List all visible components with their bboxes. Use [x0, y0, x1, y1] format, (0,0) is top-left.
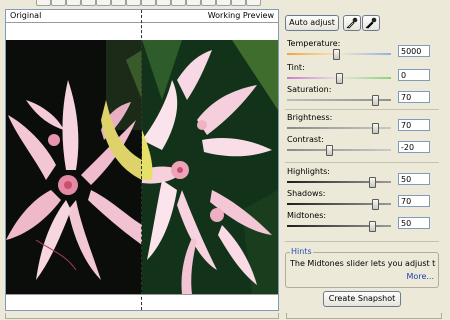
viewer-header: Original Working Preview — [6, 10, 278, 22]
midtones-value-field[interactable]: 50 — [398, 217, 430, 229]
auto-adjust-button[interactable]: Auto adjust — [285, 15, 339, 31]
temperature-value-field[interactable]: 5000 — [398, 45, 430, 57]
eyedropper-icon — [365, 17, 377, 29]
tint-slider-thumb[interactable] — [336, 73, 343, 84]
working-preview-photo-art — [142, 40, 278, 294]
eyedropper-icon — [346, 17, 358, 29]
brightness-label: Brightness: — [287, 113, 333, 122]
toolbar-tab[interactable] — [51, 0, 66, 6]
toolbar-tab[interactable] — [171, 0, 186, 6]
section-separator — [285, 241, 439, 242]
toolbar-tab[interactable] — [201, 0, 216, 6]
toolbar-tab[interactable] — [96, 0, 111, 6]
hints-title: Hints — [290, 247, 313, 256]
contrast-slider-thumb[interactable] — [325, 145, 333, 156]
brightness-slider-thumb[interactable] — [372, 123, 380, 134]
viewer-bottom-bar — [5, 313, 279, 319]
toolbar-tab[interactable] — [186, 0, 201, 6]
bottom-strip — [0, 312, 450, 320]
contrast-track[interactable] — [287, 149, 391, 151]
original-photo — [6, 40, 142, 294]
image-viewer[interactable]: Original Working Preview — [5, 9, 279, 311]
contrast-value-field[interactable]: -20 — [398, 141, 430, 153]
panel-bottom-bar — [286, 313, 442, 319]
original-photo-art — [6, 40, 142, 294]
toolbar-tab[interactable] — [111, 0, 126, 6]
highlights-value-field[interactable]: 50 — [398, 173, 430, 185]
adjustments-panel: Auto adjust Temperature: 5000 Tint: 0 Sa… — [281, 9, 445, 309]
white-point-eyedropper-button[interactable] — [343, 15, 361, 31]
saturation-slider-thumb[interactable] — [372, 95, 380, 106]
working-preview-photo — [142, 40, 278, 294]
contrast-label: Contrast: — [287, 135, 324, 144]
tint-label: Tint: — [287, 63, 305, 72]
saturation-value-field[interactable]: 70 — [398, 91, 430, 103]
viewer-footer-rule — [6, 294, 278, 295]
shadows-value-field[interactable]: 70 — [398, 195, 430, 207]
toolbar-tab[interactable] — [231, 0, 246, 6]
saturation-label: Saturation: — [287, 85, 332, 94]
toolbar-tab[interactable] — [246, 0, 261, 6]
hints-more-link[interactable]: More... — [407, 272, 434, 281]
toolbar-tab[interactable] — [81, 0, 96, 6]
viewer-header-rule — [6, 22, 278, 23]
black-point-eyedropper-button[interactable] — [362, 15, 380, 31]
working-preview-label: Working Preview — [207, 11, 274, 20]
midtones-slider-thumb[interactable] — [369, 221, 377, 232]
section-separator — [285, 162, 439, 163]
photo-canvas[interactable] — [6, 40, 278, 294]
tint-value-field[interactable]: 0 — [398, 69, 430, 81]
section-separator — [285, 109, 439, 110]
toolbar-tab[interactable] — [66, 0, 81, 6]
highlights-label: Highlights: — [287, 167, 330, 176]
toolbar-tab[interactable] — [36, 0, 51, 6]
top-toolbar-strip — [0, 0, 450, 8]
highlights-slider-thumb[interactable] — [369, 177, 377, 188]
split-divider[interactable] — [141, 10, 142, 310]
temperature-slider-thumb[interactable] — [332, 49, 340, 60]
create-snapshot-button[interactable]: Create Snapshot — [323, 291, 401, 307]
hints-text: The Midtones slider lets you adjust the — [290, 259, 436, 268]
toolbar-tab[interactable] — [126, 0, 141, 6]
toolbar-tab[interactable] — [156, 0, 171, 6]
toolbar-tab[interactable] — [141, 0, 156, 6]
brightness-value-field[interactable]: 70 — [398, 119, 430, 131]
shadows-slider-thumb[interactable] — [372, 199, 380, 210]
hints-box: Hints The Midtones slider lets you adjus… — [285, 247, 439, 288]
original-label: Original — [10, 11, 42, 20]
toolbar-tab[interactable] — [216, 0, 231, 6]
temperature-label: Temperature: — [287, 39, 341, 48]
shadows-label: Shadows: — [287, 189, 326, 198]
midtones-label: Midtones: — [287, 211, 327, 220]
